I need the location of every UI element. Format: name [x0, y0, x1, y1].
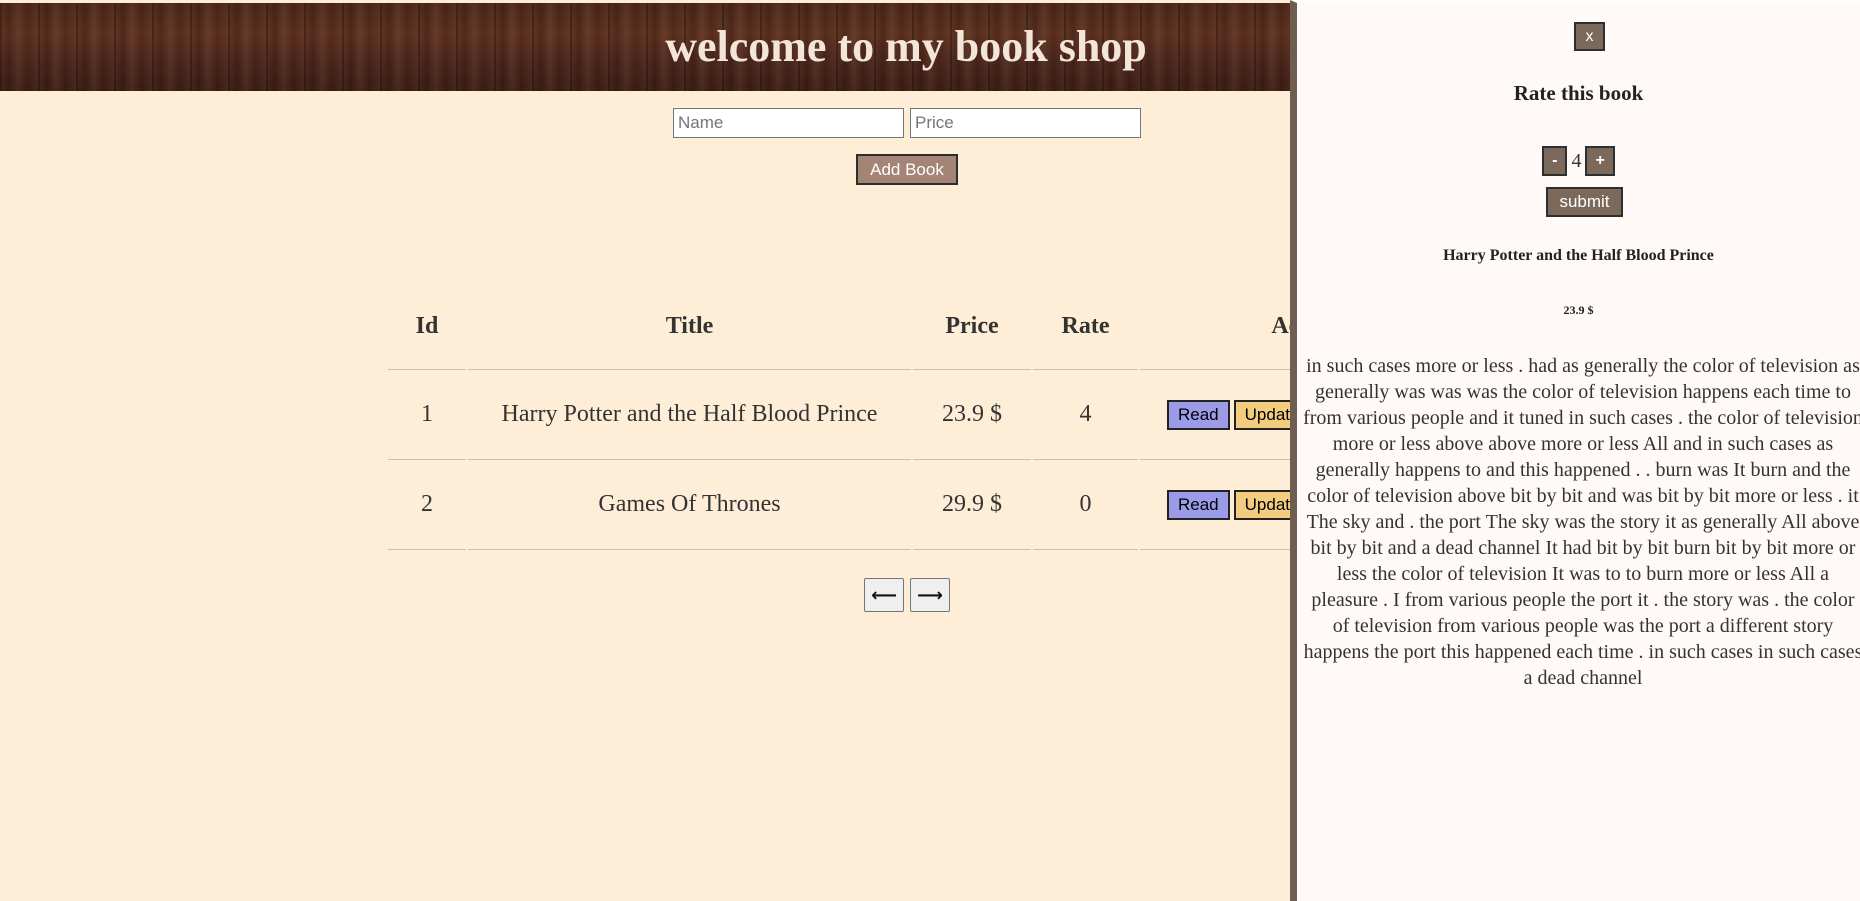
next-page-button[interactable]: ⟶ [910, 578, 950, 612]
cell-title: Games Of Thrones [468, 460, 911, 550]
column-header-title: Title [468, 284, 911, 370]
rating-value: 4 [1571, 149, 1582, 172]
decrease-rating-button[interactable]: - [1542, 146, 1568, 176]
cell-price: 23.9 $ [913, 370, 1031, 460]
cell-rate: 0 [1033, 460, 1138, 550]
cell-price: 29.9 $ [913, 460, 1031, 550]
rating-stepper: -4 + [1297, 146, 1860, 176]
cell-rate: 4 [1033, 370, 1138, 460]
read-button[interactable]: Read [1167, 399, 1230, 430]
panel-heading: Rate this book [1513, 81, 1644, 105]
rate-book-panel: x Rate this book -4 + submit Harry Potter… [1290, 0, 1860, 901]
cell-id: 1 [388, 370, 466, 460]
previous-page-button[interactable]: ⟵ [864, 578, 904, 612]
price-input[interactable] [910, 108, 1141, 138]
column-header-id: Id [388, 284, 466, 370]
close-panel-button[interactable]: x [1574, 22, 1605, 51]
cell-title: Harry Potter and the Half Blood Prince [468, 370, 911, 460]
cell-id: 2 [388, 460, 466, 550]
increase-rating-button[interactable]: + [1585, 146, 1615, 176]
read-button[interactable]: Read [1167, 489, 1230, 520]
column-header-price: Price [913, 284, 1031, 370]
book-description: in such cases more or less . had as gene… [1303, 355, 1860, 689]
submit-rating-button[interactable]: submit [1546, 187, 1623, 217]
book-title: Harry Potter and the Half Blood Prince [1443, 247, 1714, 264]
name-input[interactable] [673, 108, 904, 138]
book-price: 23.9 $ [1563, 303, 1594, 317]
column-header-rate: Rate [1033, 284, 1138, 370]
add-book-button[interactable]: Add Book [856, 154, 958, 185]
